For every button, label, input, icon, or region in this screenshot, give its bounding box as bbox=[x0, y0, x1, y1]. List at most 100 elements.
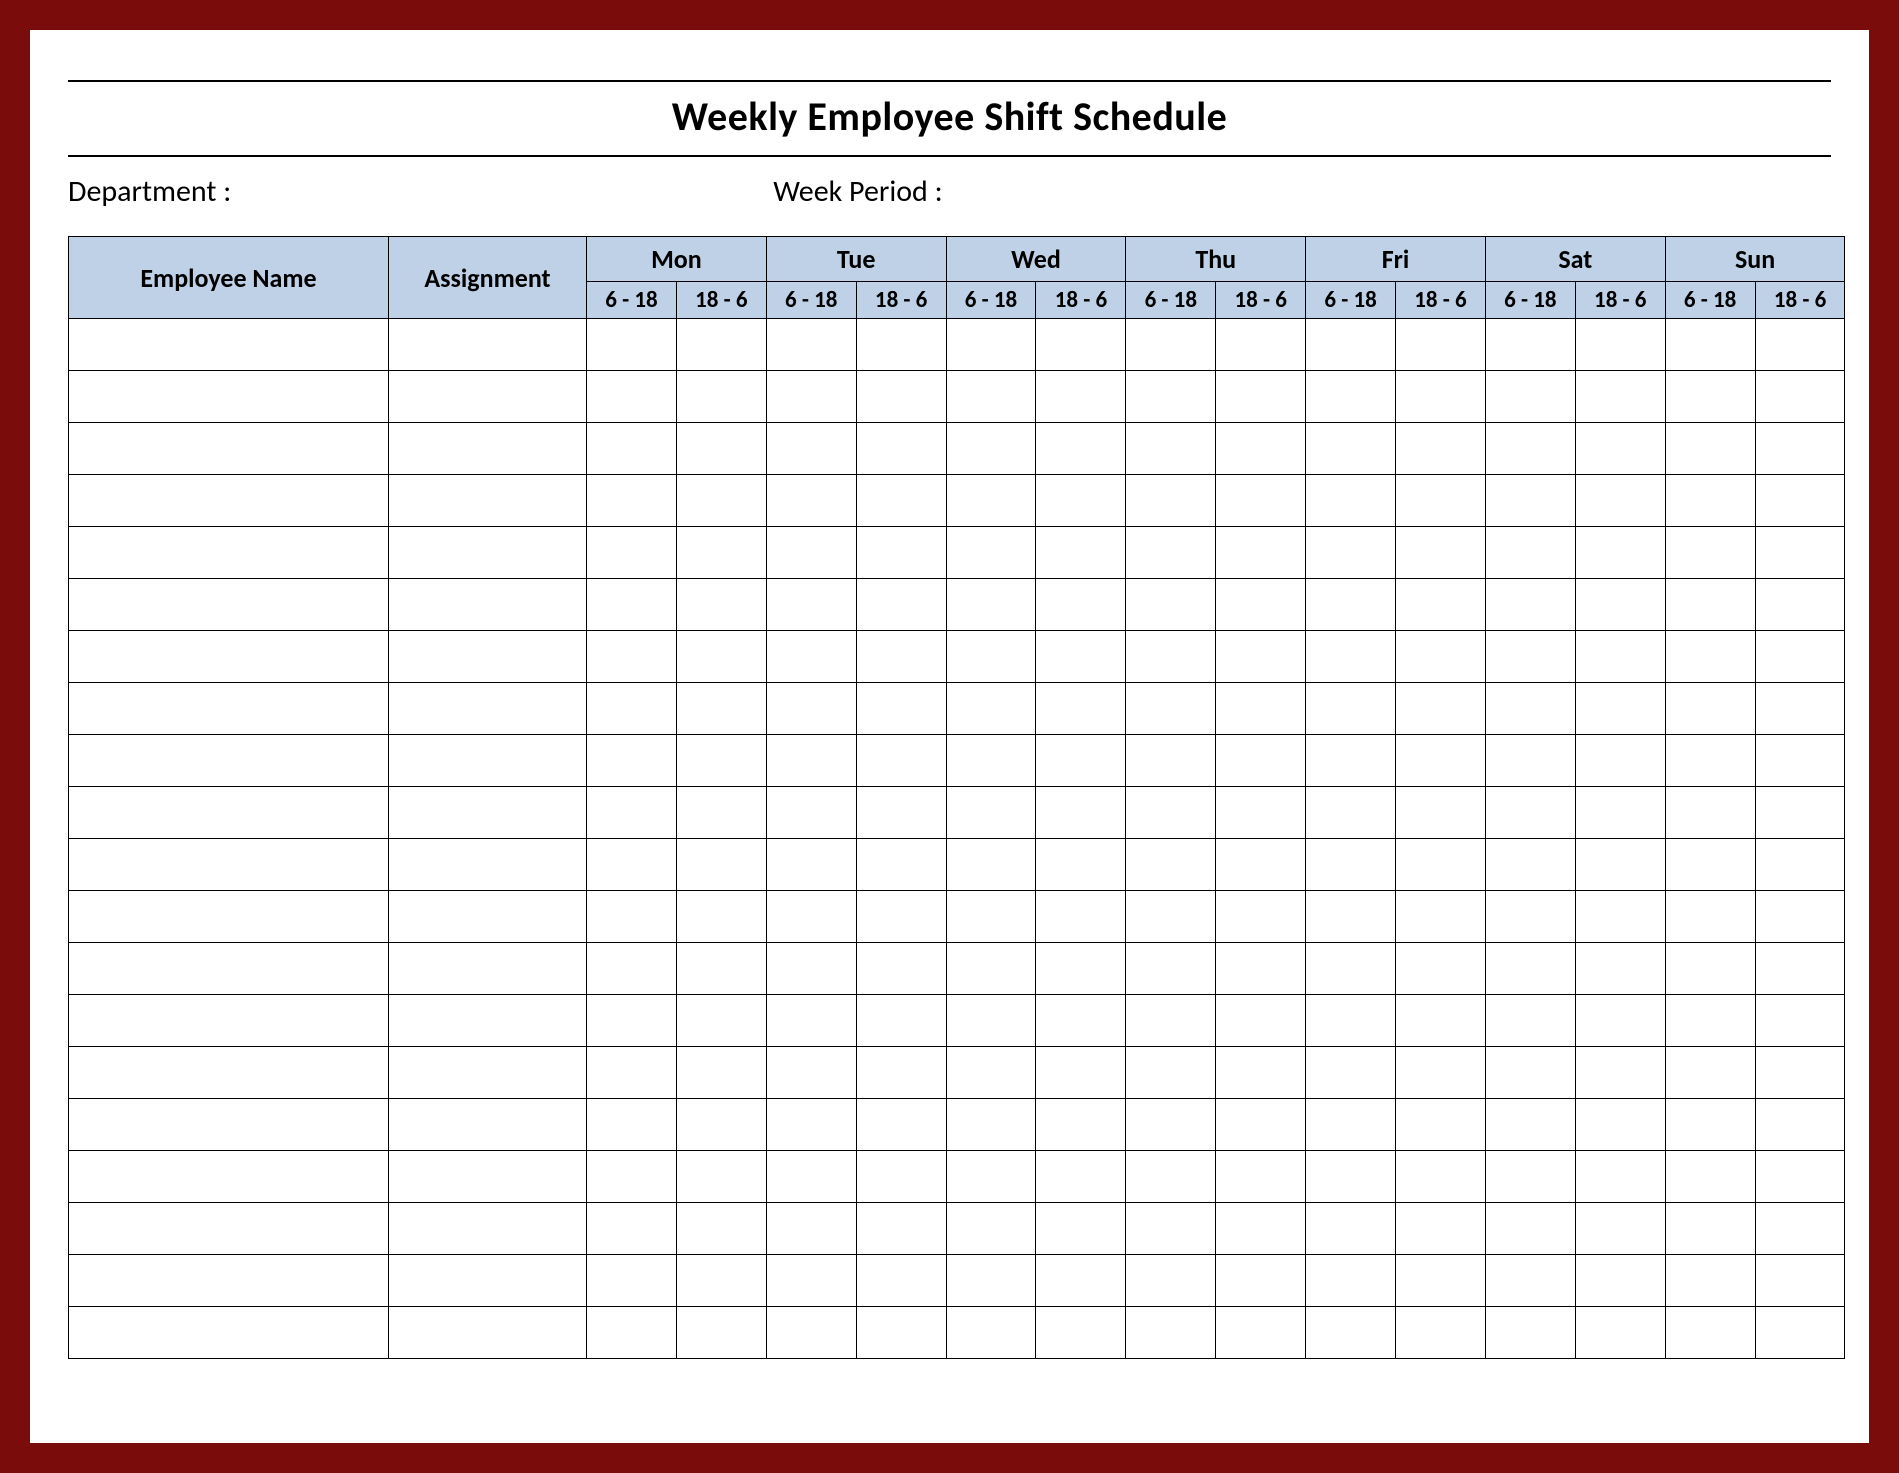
table-cell[interactable] bbox=[676, 891, 766, 943]
table-cell[interactable] bbox=[1575, 631, 1665, 683]
table-cell[interactable] bbox=[1306, 579, 1396, 631]
table-cell[interactable] bbox=[1306, 995, 1396, 1047]
table-cell[interactable] bbox=[587, 787, 677, 839]
table-cell[interactable] bbox=[1216, 943, 1306, 995]
table-cell[interactable] bbox=[1665, 319, 1755, 371]
table-cell[interactable] bbox=[1306, 943, 1396, 995]
table-cell[interactable] bbox=[1216, 891, 1306, 943]
table-cell[interactable] bbox=[856, 683, 946, 735]
table-cell[interactable] bbox=[1485, 839, 1575, 891]
table-cell[interactable] bbox=[1216, 735, 1306, 787]
table-cell[interactable] bbox=[1755, 319, 1845, 371]
table-cell[interactable] bbox=[1575, 475, 1665, 527]
table-cell[interactable] bbox=[69, 1203, 389, 1255]
table-cell[interactable] bbox=[856, 319, 946, 371]
table-cell[interactable] bbox=[856, 579, 946, 631]
table-cell[interactable] bbox=[1126, 631, 1216, 683]
table-cell[interactable] bbox=[1396, 787, 1486, 839]
table-cell[interactable] bbox=[587, 1307, 677, 1359]
table-cell[interactable] bbox=[1036, 371, 1126, 423]
table-cell[interactable] bbox=[389, 891, 587, 943]
table-cell[interactable] bbox=[1665, 1307, 1755, 1359]
table-cell[interactable] bbox=[856, 527, 946, 579]
table-cell[interactable] bbox=[69, 631, 389, 683]
table-cell[interactable] bbox=[946, 1151, 1036, 1203]
table-cell[interactable] bbox=[1485, 995, 1575, 1047]
table-cell[interactable] bbox=[1306, 371, 1396, 423]
table-cell[interactable] bbox=[1216, 475, 1306, 527]
table-cell[interactable] bbox=[1665, 1203, 1755, 1255]
table-cell[interactable] bbox=[766, 319, 856, 371]
table-cell[interactable] bbox=[1126, 891, 1216, 943]
table-cell[interactable] bbox=[946, 1203, 1036, 1255]
table-cell[interactable] bbox=[1216, 1255, 1306, 1307]
table-cell[interactable] bbox=[389, 1151, 587, 1203]
table-cell[interactable] bbox=[1036, 1255, 1126, 1307]
table-cell[interactable] bbox=[1755, 371, 1845, 423]
table-cell[interactable] bbox=[1485, 475, 1575, 527]
table-cell[interactable] bbox=[1126, 1099, 1216, 1151]
table-cell[interactable] bbox=[1306, 1151, 1396, 1203]
table-cell[interactable] bbox=[587, 475, 677, 527]
table-cell[interactable] bbox=[676, 579, 766, 631]
table-cell[interactable] bbox=[766, 1203, 856, 1255]
table-cell[interactable] bbox=[1485, 319, 1575, 371]
table-cell[interactable] bbox=[1126, 787, 1216, 839]
table-cell[interactable] bbox=[856, 1151, 946, 1203]
table-cell[interactable] bbox=[1306, 891, 1396, 943]
table-cell[interactable] bbox=[1396, 839, 1486, 891]
table-cell[interactable] bbox=[1216, 787, 1306, 839]
table-cell[interactable] bbox=[1575, 1255, 1665, 1307]
table-cell[interactable] bbox=[1485, 891, 1575, 943]
table-cell[interactable] bbox=[69, 319, 389, 371]
table-cell[interactable] bbox=[1306, 527, 1396, 579]
table-cell[interactable] bbox=[1485, 1255, 1575, 1307]
table-cell[interactable] bbox=[389, 1307, 587, 1359]
table-cell[interactable] bbox=[1575, 787, 1665, 839]
table-cell[interactable] bbox=[1755, 683, 1845, 735]
table-cell[interactable] bbox=[676, 839, 766, 891]
table-cell[interactable] bbox=[1396, 527, 1486, 579]
table-cell[interactable] bbox=[946, 839, 1036, 891]
table-cell[interactable] bbox=[766, 683, 856, 735]
table-cell[interactable] bbox=[389, 839, 587, 891]
table-cell[interactable] bbox=[69, 1307, 389, 1359]
table-cell[interactable] bbox=[1036, 995, 1126, 1047]
table-cell[interactable] bbox=[69, 787, 389, 839]
table-cell[interactable] bbox=[766, 735, 856, 787]
table-cell[interactable] bbox=[1216, 579, 1306, 631]
table-cell[interactable] bbox=[1575, 1151, 1665, 1203]
table-cell[interactable] bbox=[856, 891, 946, 943]
table-cell[interactable] bbox=[587, 683, 677, 735]
table-cell[interactable] bbox=[1755, 527, 1845, 579]
table-cell[interactable] bbox=[1036, 423, 1126, 475]
table-cell[interactable] bbox=[1575, 1203, 1665, 1255]
table-cell[interactable] bbox=[1575, 1099, 1665, 1151]
table-cell[interactable] bbox=[1036, 1099, 1126, 1151]
table-cell[interactable] bbox=[1216, 1047, 1306, 1099]
table-cell[interactable] bbox=[587, 839, 677, 891]
table-cell[interactable] bbox=[1216, 319, 1306, 371]
table-cell[interactable] bbox=[587, 1255, 677, 1307]
table-cell[interactable] bbox=[1396, 1099, 1486, 1151]
table-cell[interactable] bbox=[389, 1203, 587, 1255]
table-cell[interactable] bbox=[587, 371, 677, 423]
table-cell[interactable] bbox=[1755, 1099, 1845, 1151]
table-cell[interactable] bbox=[1575, 579, 1665, 631]
table-cell[interactable] bbox=[1755, 1307, 1845, 1359]
table-cell[interactable] bbox=[587, 423, 677, 475]
table-cell[interactable] bbox=[1575, 839, 1665, 891]
table-cell[interactable] bbox=[856, 839, 946, 891]
table-cell[interactable] bbox=[1485, 735, 1575, 787]
table-cell[interactable] bbox=[1126, 1203, 1216, 1255]
table-cell[interactable] bbox=[856, 475, 946, 527]
table-cell[interactable] bbox=[856, 423, 946, 475]
table-cell[interactable] bbox=[946, 631, 1036, 683]
table-cell[interactable] bbox=[1126, 1151, 1216, 1203]
table-cell[interactable] bbox=[1755, 735, 1845, 787]
table-cell[interactable] bbox=[389, 787, 587, 839]
table-cell[interactable] bbox=[389, 423, 587, 475]
table-cell[interactable] bbox=[1126, 943, 1216, 995]
table-cell[interactable] bbox=[1396, 1203, 1486, 1255]
table-cell[interactable] bbox=[1306, 319, 1396, 371]
